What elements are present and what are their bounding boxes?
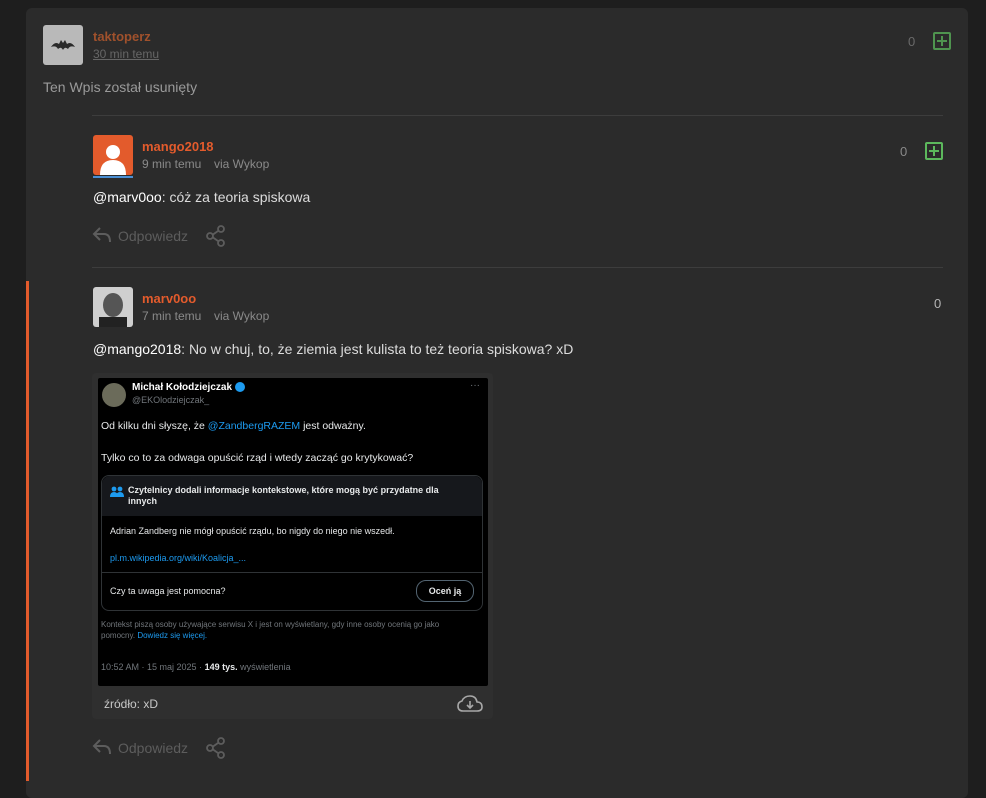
cloud-download-icon[interactable] (457, 695, 483, 713)
deleted-notice: Ten Wpis został usunięty (43, 79, 198, 95)
comment-body: : No w chuj, to, że ziemia jest kulista … (181, 341, 574, 357)
tweet-avatar (102, 383, 126, 407)
via-label: via Wykop (214, 157, 270, 171)
mention-link[interactable]: @mango2018 (93, 341, 181, 357)
comment-text: @marv0oo: cóż za teoria spiskowa (93, 189, 310, 205)
note-separator (102, 572, 482, 573)
via-label: via Wykop (214, 309, 270, 323)
vote-count: 0 (934, 296, 942, 311)
author-name[interactable]: marv0oo (142, 291, 196, 306)
note-context-1: Kontekst piszą osoby używające serwisu X… (101, 620, 440, 629)
share-icon[interactable] (205, 225, 227, 247)
reply-button[interactable]: Odpowiedz (118, 228, 188, 244)
image-source: źródło: xD (104, 697, 159, 711)
embedded-image[interactable]: Michał Kołodziejczak @EKOlodziejczak_ ··… (98, 378, 488, 686)
vote-count: 0 (900, 144, 908, 159)
mention-link[interactable]: @marv0oo (93, 189, 162, 205)
tweet-line-2: Tylko co to za odwaga opuścić rząd i wte… (101, 452, 414, 464)
note-link: pl.m.wikipedia.org/wiki/Koalicja_... (110, 553, 247, 563)
reply-icon[interactable] (92, 226, 112, 244)
comment-text: @mango2018: No w chuj, to, że ziemia jes… (93, 341, 573, 357)
tweet-author: Michał Kołodziejczak (132, 382, 245, 393)
vote-count: 0 (908, 34, 916, 49)
author-name[interactable]: taktoperz (93, 29, 151, 44)
more-icon: ··· (470, 380, 480, 391)
user-photo (93, 287, 133, 327)
note-header: Czytelnicy dodali informacje kontekstowe… (102, 476, 482, 516)
avatar[interactable] (93, 287, 133, 327)
reply-icon[interactable] (92, 738, 112, 756)
people-icon (110, 486, 124, 497)
user-icon (100, 145, 126, 175)
comment-body: : cóż za teoria spiskowa (161, 189, 311, 205)
divider (92, 115, 943, 116)
author-name[interactable]: mango2018 (142, 139, 214, 154)
rate-button: Oceń ją (416, 580, 474, 602)
note-context-2: pomocny. Dowiedz się więcej. (101, 631, 208, 640)
avatar[interactable] (43, 25, 83, 65)
avatar[interactable] (93, 135, 133, 175)
helpful-question: Czy ta uwaga jest pomocna? (110, 586, 226, 596)
note-title: Czytelnicy dodali informacje kontekstowe… (128, 485, 439, 506)
tweet-meta: 10:52 AM · 15 maj 2025 · 149 tys. wyświe… (101, 662, 291, 672)
upvote-button[interactable] (925, 142, 943, 160)
reply-button[interactable]: Odpowiedz (118, 740, 188, 756)
avatar-underline (93, 176, 133, 178)
share-icon[interactable] (205, 737, 227, 759)
community-note: Czytelnicy dodali informacje kontekstowe… (101, 475, 483, 611)
comment-time[interactable]: 9 min temu (142, 157, 201, 171)
post-time[interactable]: 30 min temu (93, 47, 159, 61)
tweet-handle: @EKOlodziejczak_ (132, 395, 210, 405)
divider (92, 267, 943, 268)
upvote-button[interactable] (933, 32, 951, 50)
tweet-line-1: Od kilku dni słyszę, że @ZandbergRAZEM j… (101, 420, 366, 432)
verified-icon (234, 382, 245, 393)
note-text: Adrian Zandberg nie mógł opuścić rządu, … (110, 526, 395, 536)
comment-time[interactable]: 7 min temu (142, 309, 201, 323)
bat-icon (51, 40, 75, 50)
highlight-bar (26, 281, 29, 781)
